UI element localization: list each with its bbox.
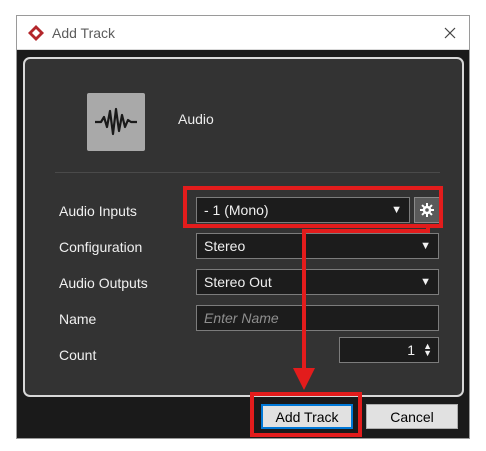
annotation-arrow: [293, 228, 430, 390]
